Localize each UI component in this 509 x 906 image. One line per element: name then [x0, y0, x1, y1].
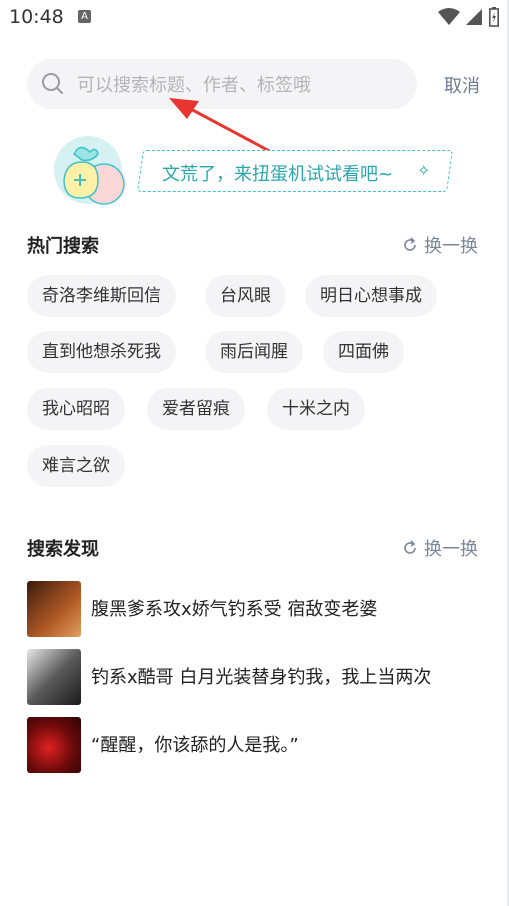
book-cover: [27, 717, 81, 773]
hot-tag[interactable]: 雨后闻腥: [205, 331, 303, 373]
status-time: 10:48: [9, 6, 64, 28]
hot-refresh-button[interactable]: 换一换: [402, 232, 478, 258]
hot-tag[interactable]: 奇洛李维斯回信: [27, 275, 176, 317]
hot-tag[interactable]: 我心昭昭: [27, 388, 125, 430]
hot-search-title: 热门搜索: [27, 236, 99, 257]
book-cover: [27, 581, 81, 637]
hot-tag[interactable]: 直到他想杀死我: [27, 331, 176, 373]
refresh-icon: [404, 540, 416, 554]
hot-tag[interactable]: 台风眼: [205, 275, 286, 317]
status-icons: [438, 7, 499, 27]
discover-item[interactable]: 腹黑爹系攻x娇气钓系受 宿敌变老婆: [27, 581, 497, 637]
sparkle-icon: ✧: [417, 161, 431, 180]
discover-item-text: 钓系x酷哥 白月光装替身钓我，我上当两次: [91, 667, 432, 688]
discover-refresh-button[interactable]: 换一换: [402, 535, 478, 561]
discover-item-text: “醒醒，你该舔的人是我。”: [91, 735, 299, 756]
signal-icon: [466, 9, 482, 25]
refresh-icon: [404, 237, 416, 251]
wifi-icon: [438, 8, 460, 25]
discover-item[interactable]: “醒醒，你该舔的人是我。”: [27, 717, 497, 773]
hot-tag[interactable]: 四面佛: [323, 331, 404, 373]
cancel-button[interactable]: 取消: [444, 72, 480, 98]
gacha-machine-icon: [54, 136, 125, 205]
discover-refresh-label: 换一换: [424, 539, 478, 560]
hot-tag[interactable]: 难言之欲: [27, 445, 125, 487]
search-icon: [42, 73, 63, 94]
battery-icon: [489, 7, 499, 27]
hot-refresh-label: 换一换: [424, 236, 478, 257]
gacha-banner[interactable]: 文荒了，来扭蛋机试试看吧~ ✧: [52, 132, 462, 210]
hot-tag[interactable]: 十米之内: [267, 388, 365, 430]
hot-tag[interactable]: 爱者留痕: [147, 388, 245, 430]
notification-icon: A: [78, 10, 91, 23]
discover-title: 搜索发现: [27, 539, 99, 560]
discover-item-text: 腹黑爹系攻x娇气钓系受 宿敌变老婆: [91, 599, 378, 620]
discover-item[interactable]: 钓系x酷哥 白月光装替身钓我，我上当两次: [27, 649, 497, 705]
hot-tag[interactable]: 明日心想事成: [305, 275, 437, 317]
book-cover: [27, 649, 81, 705]
banner-text: 文荒了，来扭蛋机试试看吧~: [162, 164, 394, 185]
status-bar: 10:48 A: [0, 0, 509, 36]
